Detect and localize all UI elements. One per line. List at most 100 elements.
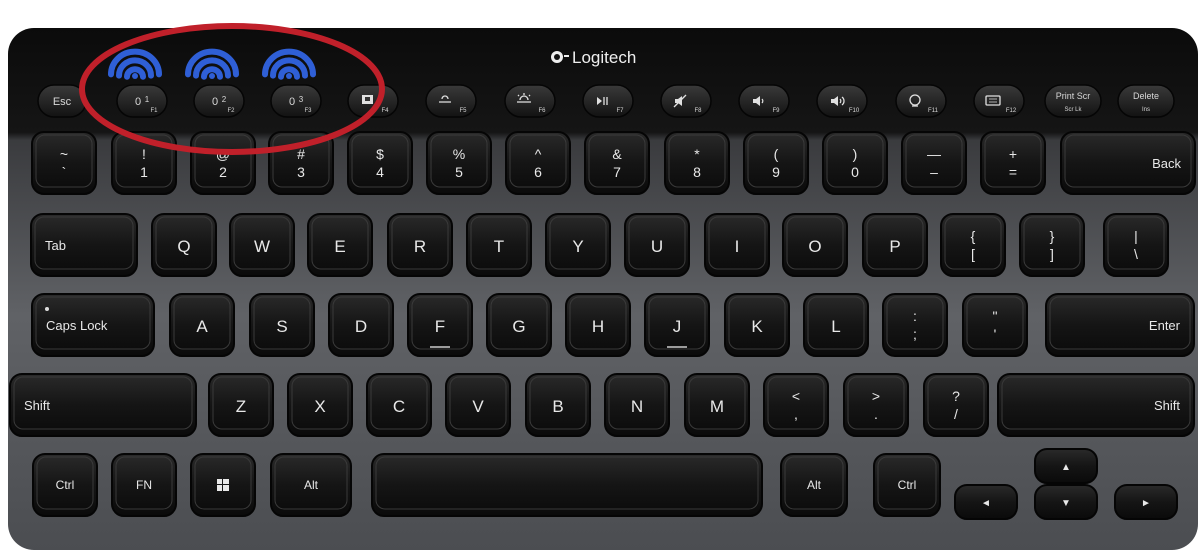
key-esc[interactable]: Esc [37, 84, 87, 118]
key-enter[interactable]: Enter [1045, 293, 1195, 357]
key-arrow-left[interactable]: ◄ [954, 484, 1018, 520]
key-sublabel-text: Scr Lk [1064, 107, 1082, 113]
key-number-0[interactable]: ~` [31, 131, 97, 195]
key-shift-symbol: > [872, 388, 880, 404]
key-arrow-right[interactable]: ► [1114, 484, 1178, 520]
key-f1[interactable]: 0 1F1 [116, 84, 168, 118]
key-backspace[interactable]: Back [1060, 131, 1196, 195]
key-ctrl-left[interactable]: Ctrl [32, 453, 98, 517]
key-label-text: H [592, 317, 604, 336]
key-d[interactable]: D [328, 293, 394, 357]
key-number-6[interactable]: ^6 [505, 131, 571, 195]
key-f7[interactable]: F7 [582, 84, 634, 118]
key-windows[interactable] [190, 453, 256, 517]
key-label-text: S [276, 317, 287, 336]
key-label-text: Tab [45, 238, 66, 253]
key-v[interactable]: V [445, 373, 511, 437]
key-sublabel-text: Ins [1142, 107, 1150, 113]
key-sym8[interactable]: <, [763, 373, 829, 437]
key-z[interactable]: Z [208, 373, 274, 437]
key-l[interactable]: L [803, 293, 869, 357]
key-tab[interactable]: Tab [30, 213, 138, 277]
key-label-text: T [494, 237, 504, 256]
key-arrow-down[interactable]: ▼ [1034, 484, 1098, 520]
key-label-text: O [808, 237, 821, 256]
windows-icon [217, 479, 229, 491]
key-space[interactable] [371, 453, 763, 517]
key-label-text: A [196, 317, 208, 336]
key-n[interactable]: N [604, 373, 670, 437]
key-t[interactable]: T [466, 213, 532, 277]
key-f6[interactable]: F6 [504, 84, 556, 118]
key-number-5[interactable]: %5 [426, 131, 492, 195]
key-f2[interactable]: 0 2F2 [193, 84, 245, 118]
key-a[interactable]: A [169, 293, 235, 357]
key-base-symbol: 3 [297, 164, 305, 180]
key-f9[interactable]: F9 [738, 84, 790, 118]
key-f3[interactable]: 0 3F3 [270, 84, 322, 118]
key-i[interactable]: I [704, 213, 770, 277]
key-delete[interactable]: Delete Ins [1117, 84, 1175, 118]
key-label-text: Print Scr [1056, 91, 1091, 101]
key-alt-left[interactable]: Alt [270, 453, 352, 517]
key-b[interactable]: B [525, 373, 591, 437]
key-number-4[interactable]: $4 [347, 131, 413, 195]
key-sublabel-text: F3 [304, 108, 312, 114]
key-prtscr[interactable]: Print Scr Scr Lk [1044, 84, 1102, 118]
key-base-symbol: / [954, 406, 958, 422]
key-caps-lock[interactable]: Caps Lock [31, 293, 155, 357]
key-sym10[interactable]: ?/ [923, 373, 989, 437]
key-sublabel-text: F5 [459, 108, 467, 114]
key-base-symbol: , [794, 406, 798, 422]
key-f10[interactable]: F10 [816, 84, 868, 118]
key-label-text: C [393, 397, 405, 416]
key-sym11[interactable]: {[ [940, 213, 1006, 277]
key-sym13[interactable]: |\ [1103, 213, 1169, 277]
key-ctrl-right[interactable]: Ctrl [873, 453, 941, 517]
key-p[interactable]: P [862, 213, 928, 277]
key-alt-right[interactable]: Alt [780, 453, 848, 517]
key-shift-symbol: ! [142, 146, 146, 162]
key-base-symbol: ` [62, 164, 67, 180]
key-w[interactable]: W [229, 213, 295, 277]
key-e[interactable]: E [307, 213, 373, 277]
key-sym9[interactable]: >. [843, 373, 909, 437]
key-label-text: Back [1152, 156, 1181, 171]
key-number-7[interactable]: &7 [584, 131, 650, 195]
key-number-12[interactable]: += [980, 131, 1046, 195]
key-u[interactable]: U [624, 213, 690, 277]
key-g[interactable]: G [486, 293, 552, 357]
key-fn[interactable]: FN [111, 453, 177, 517]
key-f8[interactable]: F8 [660, 84, 712, 118]
key-number-8[interactable]: *8 [664, 131, 730, 195]
key-s[interactable]: S [249, 293, 315, 357]
key-f5[interactable]: F5 [425, 84, 477, 118]
key-f11[interactable]: F11 [895, 84, 947, 118]
key-number-11[interactable]: —– [901, 131, 967, 195]
key-sym12[interactable]: }] [1019, 213, 1085, 277]
key-label-text: Z [236, 397, 246, 416]
key-sym11[interactable]: "' [962, 293, 1028, 357]
key-label-text: M [710, 397, 724, 416]
key-y[interactable]: Y [545, 213, 611, 277]
key-c[interactable]: C [366, 373, 432, 437]
key-base-symbol: 1 [140, 164, 148, 180]
key-arrow-up[interactable]: ▲ [1034, 448, 1098, 484]
key-label-text: X [314, 397, 325, 416]
key-number-2[interactable]: @2 [190, 131, 256, 195]
key-q[interactable]: Q [151, 213, 217, 277]
key-f12[interactable]: F12 [973, 84, 1025, 118]
key-h[interactable]: H [565, 293, 631, 357]
key-shift-left[interactable]: Shift [9, 373, 197, 437]
key-r[interactable]: R [387, 213, 453, 277]
key-label-text: Delete [1133, 91, 1159, 101]
key-sym10[interactable]: :; [882, 293, 948, 357]
key-k[interactable]: K [724, 293, 790, 357]
key-o[interactable]: O [782, 213, 848, 277]
key-m[interactable]: M [684, 373, 750, 437]
key-x[interactable]: X [287, 373, 353, 437]
key-number-10[interactable]: )0 [822, 131, 888, 195]
key-shift-right[interactable]: Shift [997, 373, 1195, 437]
key-label-text: V [472, 397, 484, 416]
key-number-9[interactable]: (9 [743, 131, 809, 195]
